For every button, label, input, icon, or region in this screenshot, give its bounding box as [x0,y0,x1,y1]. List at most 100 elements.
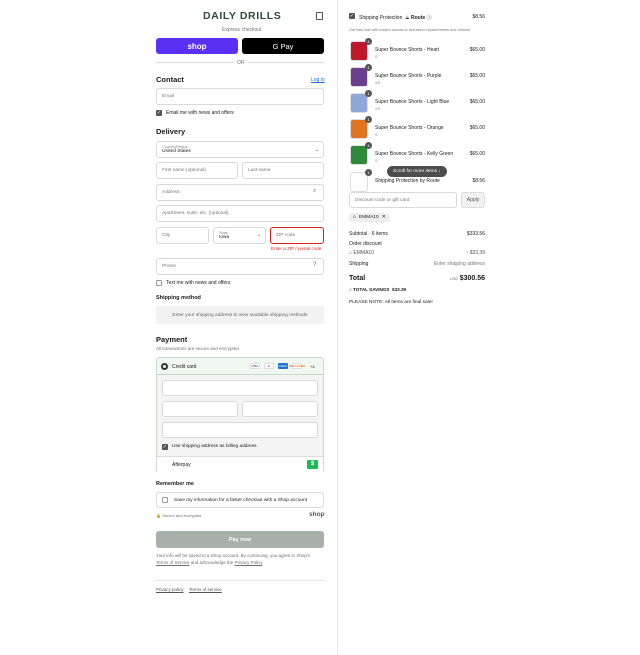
billing-label: Use shipping address as billing address [172,444,257,449]
discount-value: - $33.39 [466,250,485,256]
shop-pay-button[interactable]: shop [156,38,238,54]
first-name-field[interactable]: First name (optional) [156,162,238,179]
shipping-method-heading: Shipping method [156,295,201,301]
brand-logo[interactable]: DAILY DRILLS [203,10,281,22]
protection-label: Shipping Protection [359,15,403,21]
tag-icon: ⌂ [353,215,356,220]
phone-field[interactable]: Phone [156,258,324,275]
scroll-more-pill[interactable]: Scroll for more items ↓ [387,166,447,177]
product-name: Super Bounce Shorts - Purple [375,73,442,79]
credit-card-radio[interactable] [161,363,168,370]
text-label: Text me with news and offers [166,280,231,286]
savings-row: ⌂ TOTAL SAVINGS $33.39 [349,287,407,292]
product-price: $8.56 [472,178,485,184]
express-checkout-label: Express checkout [222,27,262,33]
shipping-notice: Enter your shipping address to view avai… [156,306,324,324]
text-checkbox[interactable] [156,280,162,286]
order-discount-label: Order discount [349,241,382,247]
product-size: S [375,158,378,163]
terms-link[interactable]: Terms of Service [156,560,190,565]
country-select[interactable]: Country/Region United States [156,141,324,158]
scroll-more-label: Scroll for more items [393,169,437,174]
total-value: $300.56 [459,275,485,282]
payment-subtitle: All transactions are secure and encrypte… [156,346,241,351]
total-row: Total USD $300.56 [349,275,485,282]
afterpay-label: Afterpay [172,462,191,468]
discover-icon: DISCOVER [289,363,305,369]
apply-button[interactable]: Apply [461,192,485,208]
legal-text: Your info will be saved to a Shop accoun… [156,552,324,566]
product-price: $65.00 [469,47,485,53]
search-icon: ⌕ [313,188,317,194]
billing-checkbox[interactable]: ✓ [162,444,168,450]
credit-card-label: Credit card [172,364,197,370]
footer-privacy-link[interactable]: Privacy policy [156,587,184,592]
secure-label: 🔒 Secure and encrypted [156,513,202,518]
info-icon[interactable]: ⓘ [427,15,432,21]
route-logo: ⟁ [403,15,412,21]
shop-logo: shop [309,511,325,518]
amex-icon: AMEX [278,363,288,369]
news-label: Email me with news and offers [166,110,234,116]
security-code-field[interactable] [242,401,318,417]
visa-icon: VISA [250,363,260,369]
discount-code-line: ⌂ EMMA10 [349,250,374,256]
final-sale-note: PLEASE NOTE: All items are final sale! [349,300,433,305]
order-discount-row: Order discount [349,241,485,247]
help-icon[interactable]: ? [313,262,316,268]
shipping-row: Shipping Enter shipping address [349,261,485,267]
protection-price: $8.56 [472,14,485,20]
discount-field[interactable]: Discount code or gift card [349,192,457,208]
quantity-badge: 1 [365,142,372,149]
card-number-field[interactable] [162,380,318,396]
shopping-bag-icon[interactable] [316,12,323,20]
chevron-down-icon: ⌄ [257,232,262,238]
protection-checkbox[interactable]: ✓ [349,13,355,19]
discount-code-text: EMMA10 [353,250,374,256]
protection-row: Shipping Protection ⟁ Route ⓘ [359,14,432,21]
google-pay-button[interactable]: G Pay [242,38,324,54]
footer-terms-link[interactable]: Terms of service [189,587,222,592]
zip-field[interactable]: ZIP code [270,227,324,244]
route-brand: Route [411,15,426,21]
remove-code-icon[interactable]: ✕ [382,215,386,220]
product-name: Super Bounce Shorts - Kelly Green [375,151,454,157]
discount-code-row: ⌂ EMMA10 - $33.39 [349,250,485,256]
name-on-card-field[interactable] [162,422,318,438]
last-name-field[interactable]: Last name [242,162,324,179]
expiry-field[interactable] [162,401,238,417]
country-value: United States [162,149,191,154]
product-name: Super Bounce Shorts - Orange [375,125,444,131]
login-link[interactable]: Log in [311,77,325,83]
city-field[interactable]: City [156,227,209,244]
apartment-field[interactable]: Apartment, suite, etc. (optional) [156,205,324,222]
product-size: XS [375,80,381,85]
remember-checkbox[interactable] [162,497,168,503]
news-checkbox[interactable]: ✓ [156,110,162,116]
remember-label: Save my information for a faster checkou… [174,497,308,503]
address-field[interactable]: Address [156,184,324,201]
product-price: $65.00 [469,125,485,131]
quantity-badge: 1 [365,116,372,123]
savings-value: $33.39 [392,287,407,292]
savings-label: TOTAL SAVINGS [353,287,390,292]
email-field[interactable]: Email [156,88,324,105]
subtotal-row: Subtotal · 6 items $333.56 [349,231,485,237]
shipping-label: Shipping [349,261,369,267]
privacy-link[interactable]: Privacy Policy [235,560,263,565]
legal-end: . [262,560,264,565]
checkout-main: DAILY DRILLS Express checkout shop G Pay… [0,0,336,655]
zip-error: Enter a ZIP / postal code [271,246,322,251]
subtotal-value: $333.56 [466,231,485,237]
discount-code: EMMA10 [358,215,379,220]
discount-tag: ⌂ EMMA10 ✕ [349,213,390,222]
payment-heading: Payment [156,335,188,344]
afterpay-icon: $ [307,460,318,469]
remember-box[interactable]: Save my information for a faster checkou… [156,492,324,508]
product-price: $65.00 [469,73,485,79]
currency-label: USD [449,276,459,281]
pay-now-button[interactable]: Pay now [156,531,324,548]
product-price: $65.00 [469,99,485,105]
product-size: S [375,132,378,137]
product-size: S [375,54,378,59]
